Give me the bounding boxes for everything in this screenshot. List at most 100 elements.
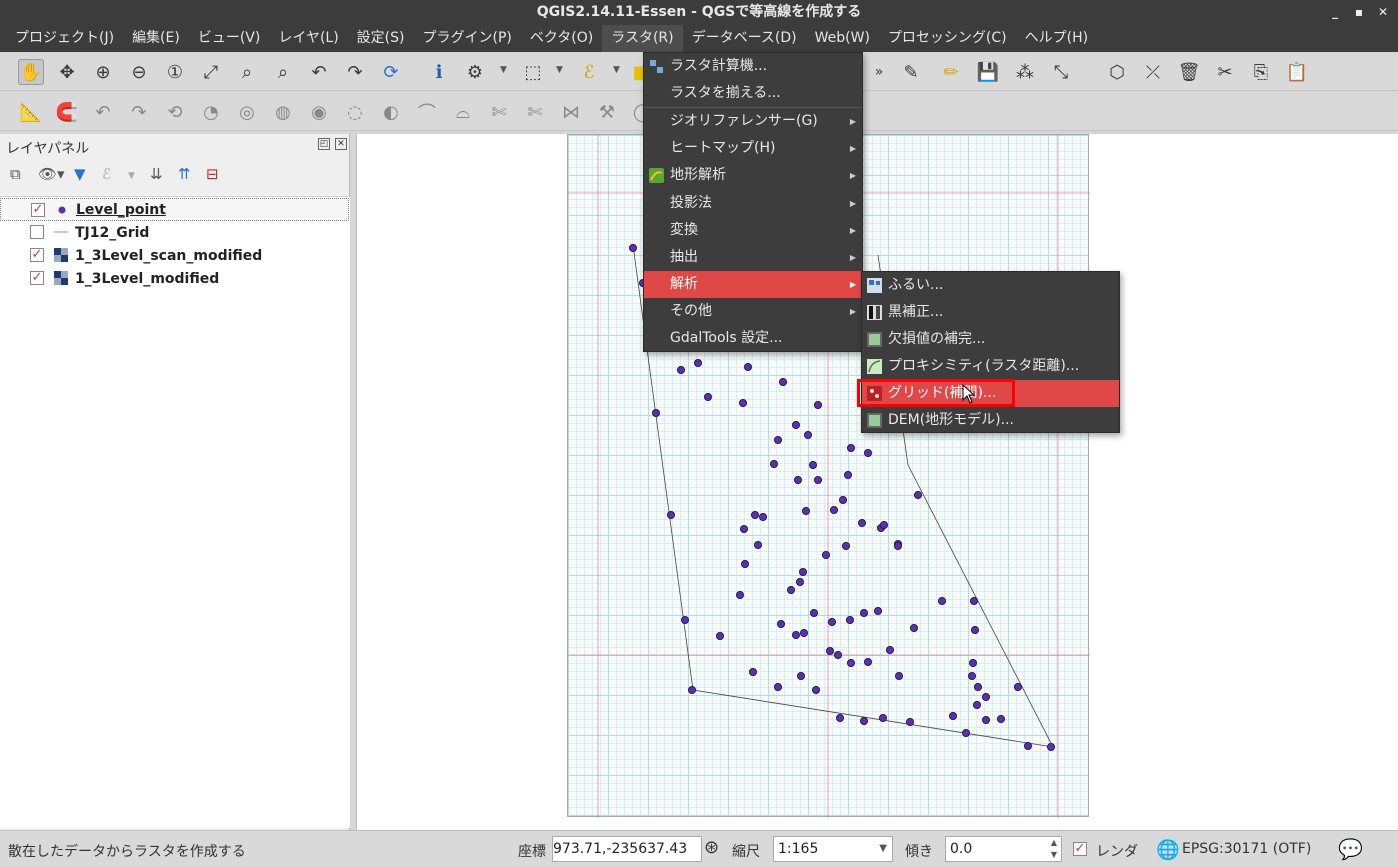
delete-selected-icon-alt[interactable]: ⤫ <box>1140 59 1166 85</box>
digitize-icon[interactable]: ✎ <box>898 59 924 85</box>
chevron-down-icon[interactable]: ▼ <box>556 65 563 75</box>
menu-miscellaneous[interactable]: その他 ▶ <box>644 298 862 325</box>
pan-to-selection-icon[interactable]: ✥ <box>54 59 80 85</box>
offset-curve-icon[interactable]: ⌓ <box>450 99 476 125</box>
move-feature-icon[interactable]: ⤡ <box>1048 59 1074 85</box>
menu-sieve[interactable]: ふるい... <box>862 272 1119 299</box>
minimize-button[interactable]: _ <box>1330 0 1340 25</box>
layer-visibility-checkbox[interactable]: ✓ <box>30 248 44 262</box>
filter-expression-icon[interactable]: ℰ <box>102 165 111 183</box>
save-edits-icon[interactable]: 💾 <box>975 59 1001 85</box>
chevron-down-icon[interactable]: ▼ <box>879 837 887 861</box>
map-canvas[interactable] <box>356 134 1398 830</box>
remove-layer-icon[interactable]: ⊟ <box>206 165 219 183</box>
triangle-ruler-icon[interactable]: 📐 <box>18 99 44 125</box>
rotate-feature-icon[interactable]: ⟲ <box>162 99 188 125</box>
menu-terrain-analysis[interactable]: 地形解析 ▶ <box>644 162 862 189</box>
snapping-magnet-icon[interactable]: 🧲 <box>54 99 80 125</box>
cut-icon[interactable]: ✂ <box>1212 59 1238 85</box>
globe-crs-icon[interactable]: 🌐 <box>1156 838 1180 861</box>
layer-row-tj12-grid[interactable]: TJ12_Grid <box>0 221 349 244</box>
menu-raster-calculator[interactable]: ラスタ計算機... <box>644 53 862 80</box>
zoom-out-icon[interactable]: ⊖ <box>126 59 152 85</box>
fill-ring-icon[interactable]: ◉ <box>306 99 332 125</box>
spin-down-icon[interactable]: ▼ <box>1051 843 1057 861</box>
menu-vector[interactable]: ベクタ(O) <box>521 25 602 52</box>
select-features-icon[interactable]: ⬚ <box>520 59 546 85</box>
menu-fill-nodata[interactable]: 欠損値の補完... <box>862 326 1119 353</box>
menu-view[interactable]: ビュー(V) <box>189 25 270 52</box>
collapse-all-icon[interactable]: ⇈ <box>178 165 191 183</box>
measure-icon[interactable]: ⚙ <box>462 59 488 85</box>
menu-processing[interactable]: プロセッシング(C) <box>879 25 1016 52</box>
merge-features-icon[interactable]: ⋈ <box>558 99 584 125</box>
zoom-native-icon[interactable]: ① <box>162 59 188 85</box>
render-checkbox[interactable]: ✓ <box>1073 842 1087 856</box>
select-by-expression-icon[interactable]: ℰ <box>576 59 602 85</box>
chevron-down-icon[interactable]: ▼ <box>128 171 135 181</box>
delete-part-icon[interactable]: ◐ <box>378 99 404 125</box>
split-features-icon[interactable]: ✄ <box>486 99 512 125</box>
menu-georeferencer[interactable]: ジオリファレンサー(G) ▶ <box>644 108 862 135</box>
menu-project[interactable]: プロジェクト(J) <box>6 25 123 52</box>
menu-conversion[interactable]: 変換 ▶ <box>644 217 862 244</box>
zoom-in-icon[interactable]: ⊕ <box>90 59 116 85</box>
menu-edit[interactable]: 編集(E) <box>123 25 189 52</box>
menu-layer[interactable]: レイヤ(L) <box>269 25 347 52</box>
menu-database[interactable]: データベース(D) <box>683 25 806 52</box>
coordinate-toggle-icon[interactable]: ⊛ <box>704 837 719 858</box>
zoom-to-selection-icon[interactable]: ⌕ <box>234 59 260 85</box>
layer-visibility-checkbox[interactable] <box>30 225 44 239</box>
menu-web[interactable]: Web(W) <box>806 25 879 52</box>
menu-gdaltools-settings[interactable]: GdalTools 設定... <box>644 325 862 352</box>
menu-proximity[interactable]: プロキシミティ(ラスタ距離)... <box>862 353 1119 380</box>
menu-heatmap[interactable]: ヒートマップ(H) ▶ <box>644 135 862 162</box>
copy-icon[interactable]: ⎘ <box>1248 59 1274 85</box>
layer-visibility-checkbox[interactable]: ✓ <box>31 203 45 217</box>
menu-settings[interactable]: 設定(S) <box>348 25 414 52</box>
zoom-last-icon[interactable]: ↶ <box>306 59 332 85</box>
zoom-next-icon[interactable]: ↷ <box>342 59 368 85</box>
pan-hand-icon[interactable]: ✋ <box>18 59 44 85</box>
close-button[interactable]: ✕ <box>1378 0 1388 25</box>
crs-status[interactable]: EPSG:30171 (OTF) <box>1182 841 1311 857</box>
node-tool-icon[interactable]: ⬡ <box>1104 59 1130 85</box>
close-panel-icon[interactable]: ✕ <box>335 138 347 150</box>
layer-row-scan-modified[interactable]: ✓ 1_3Level_scan_modified <box>0 244 349 267</box>
menu-raster[interactable]: ラスタ(R) <box>602 25 683 52</box>
menu-extraction[interactable]: 抽出 ▶ <box>644 244 862 271</box>
paste-icon[interactable]: 📋 <box>1284 59 1310 85</box>
zoom-to-layer-icon[interactable]: ⌕ <box>270 59 296 85</box>
chevron-down-icon[interactable]: ▼ <box>500 65 507 75</box>
filter-icon[interactable]: ▼ <box>74 165 86 183</box>
expand-all-icon[interactable]: ⇊ <box>150 165 163 183</box>
layer-row-level-point[interactable]: ✓ Level_point <box>0 198 349 221</box>
redo-icon[interactable]: ↷ <box>126 99 152 125</box>
toggle-editing-icon[interactable]: ✏ <box>938 59 964 85</box>
merge-attributes-icon[interactable]: ⚒ <box>594 99 620 125</box>
reshape-icon[interactable]: ⌒ <box>414 99 440 125</box>
messages-icon[interactable]: 💬 <box>1338 837 1363 861</box>
coordinate-field[interactable]: 973.71,-235637.43 <box>552 836 702 862</box>
identify-icon[interactable]: ℹ <box>426 59 452 85</box>
add-group-icon[interactable]: ⧉ <box>10 165 21 183</box>
maximize-button[interactable]: ▪ <box>1354 0 1364 25</box>
add-part-icon[interactable]: ◍ <box>270 99 296 125</box>
chevron-down-icon[interactable]: ▼ <box>613 65 620 75</box>
delete-ring-icon[interactable]: ◌ <box>342 99 368 125</box>
refresh-icon[interactable]: ⟳ <box>378 59 404 85</box>
delete-icon[interactable]: 🗑 <box>1176 59 1202 85</box>
visibility-eye-icon[interactable]: 👁▾ <box>38 165 65 183</box>
split-parts-icon[interactable]: ✄ <box>522 99 548 125</box>
menu-help[interactable]: ヘルプ(H) <box>1016 25 1097 52</box>
zoom-full-icon[interactable]: ⤢ <box>198 59 224 85</box>
undo-icon[interactable]: ↶ <box>90 99 116 125</box>
layer-visibility-checkbox[interactable]: ✓ <box>30 271 44 285</box>
overflow-chevron-icon[interactable]: » <box>866 59 892 85</box>
add-ring-icon[interactable]: ◎ <box>234 99 260 125</box>
menu-dem[interactable]: DEM(地形モデル)... <box>862 407 1119 434</box>
scale-combobox[interactable]: 1:165 ▼ <box>773 836 893 862</box>
simplify-icon[interactable]: ◔ <box>198 99 224 125</box>
menu-projections[interactable]: 投影法 ▶ <box>644 190 862 217</box>
layer-row-modified[interactable]: ✓ 1_3Level_modified <box>0 267 349 290</box>
